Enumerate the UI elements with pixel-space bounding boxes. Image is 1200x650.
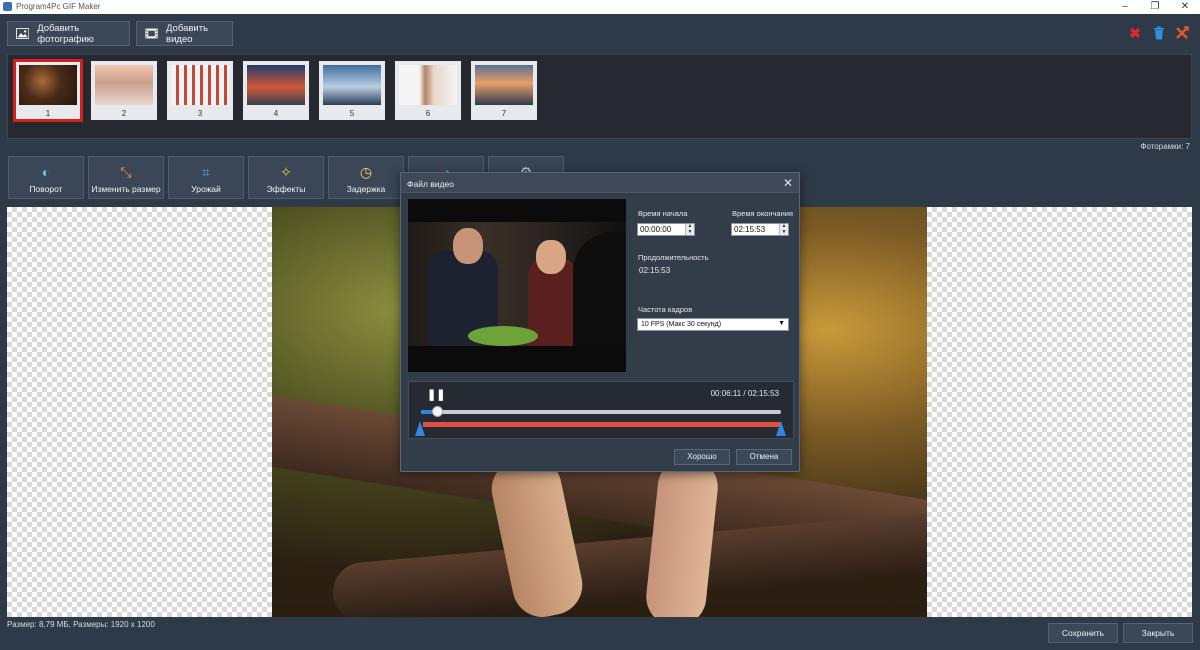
start-time-input[interactable]: 00:00:00 ▲ ▼ <box>637 223 695 236</box>
fps-value: 10 FPS (Макс 30 секунд) <box>641 321 722 328</box>
rotate-icon: ◐ <box>41 164 51 180</box>
frame-number: 7 <box>501 109 507 118</box>
trim-range-bar[interactable] <box>423 422 781 427</box>
save-button[interactable]: Сохранить <box>1048 623 1118 643</box>
resize-label: Изменить размер <box>91 184 161 194</box>
delete-frame-icon[interactable]: ✖ <box>1128 26 1142 40</box>
pause-icon[interactable]: ❚❚ <box>427 388 445 401</box>
dialog-header: Файл видео ✕ <box>401 173 799 193</box>
duration-value: 02:15:53 <box>639 266 671 275</box>
delay-tool-button[interactable]: ◷ Задержка <box>328 156 404 199</box>
trim-end-handle[interactable] <box>776 421 786 436</box>
rotate-tool-button[interactable]: ◐ Поворот <box>8 156 84 199</box>
duration-label: Продолжительность <box>638 253 709 262</box>
resize-icon: ⤡ <box>120 164 132 180</box>
restore-button[interactable]: ❐ <box>1140 0 1170 14</box>
app-icon <box>3 2 12 11</box>
frame-thumbnail[interactable]: 1 <box>13 59 83 122</box>
clear-all-icon[interactable] <box>1175 26 1189 40</box>
seek-handle[interactable] <box>432 406 443 417</box>
frame-thumbnail[interactable]: 6 <box>395 61 461 120</box>
dialog-title: Файл видео <box>407 179 454 189</box>
trash-icon[interactable] <box>1152 26 1166 40</box>
frame-thumbnail[interactable]: 2 <box>91 61 157 120</box>
frame-number: 6 <box>425 109 431 118</box>
trim-start-handle[interactable] <box>415 421 425 436</box>
frame-image <box>399 65 457 105</box>
window-title: Program4Pc GIF Maker <box>16 2 101 11</box>
close-icon[interactable]: ✕ <box>783 176 793 190</box>
fps-label: Частота кадров <box>638 305 693 314</box>
end-time-label: Время окончания <box>732 209 793 218</box>
spinner-arrows-icon[interactable]: ▲ ▼ <box>685 223 694 235</box>
add-video-button[interactable]: Добавить видео <box>136 21 233 46</box>
effects-label: Эффекты <box>266 184 306 194</box>
crop-icon: ⌗ <box>202 164 210 180</box>
frame-thumbnail[interactable]: 7 <box>471 61 537 120</box>
frame-thumbnail[interactable]: 5 <box>319 61 385 120</box>
crop-label: Урожай <box>191 184 221 194</box>
frame-number: 5 <box>349 109 355 118</box>
delay-label: Задержка <box>346 184 386 194</box>
frame-image <box>19 65 77 105</box>
add-photo-label: Добавить фотографию <box>37 22 94 45</box>
add-photo-button[interactable]: Добавить фотографию <box>7 21 130 46</box>
clock-icon: ◷ <box>359 164 373 180</box>
frame-number: 2 <box>121 109 127 118</box>
chevron-down-icon: ▼ <box>778 320 785 327</box>
film-icon <box>145 28 158 39</box>
close-button[interactable]: Закрыть <box>1123 623 1193 643</box>
end-time-input[interactable]: 02:15:53 ▲ ▼ <box>731 223 789 236</box>
add-video-label: Добавить видео <box>166 22 209 45</box>
title-bar: Program4Pc GIF Maker – ❐ ✕ <box>0 0 1200 14</box>
frame-number: 3 <box>197 109 203 118</box>
branch-shape <box>330 509 927 617</box>
ok-button[interactable]: Хорошо <box>674 449 730 465</box>
video-preview <box>408 199 626 372</box>
frame-image <box>171 65 229 105</box>
spinner-arrows-icon[interactable]: ▲ ▼ <box>779 223 788 235</box>
seek-bar[interactable] <box>421 406 781 417</box>
end-time-value: 02:15:53 <box>734 225 766 234</box>
start-time-label: Время начала <box>638 209 688 218</box>
cancel-button[interactable]: Отмена <box>736 449 792 465</box>
frame-image <box>247 65 305 105</box>
effects-tool-button[interactable]: ✧ Эффекты <box>248 156 324 199</box>
video-file-dialog: Файл видео ✕ Время начала 00:00:00 ▲ ▼ Вр… <box>400 172 800 472</box>
frame-image <box>95 65 153 105</box>
frames-count: Фоторамки: 7 <box>1140 142 1190 151</box>
total-time: 02:15:53 <box>747 389 779 398</box>
close-window-button[interactable]: ✕ <box>1170 0 1200 14</box>
video-player-controls: ❚❚ 00:06:11 / 02:15:53 <box>408 381 794 439</box>
frame-image <box>475 65 533 105</box>
image-icon <box>16 28 30 39</box>
resize-tool-button[interactable]: ⤡ Изменить размер <box>88 156 164 199</box>
frame-image <box>323 65 381 105</box>
minimize-button[interactable]: – <box>1110 0 1140 14</box>
current-time: 00:06:11 <box>710 389 742 398</box>
rotate-label: Поворот <box>29 184 63 194</box>
status-bar-text: Размер: 8,79 МБ, Размеры: 1920 x 1200 <box>7 620 155 629</box>
crop-tool-button[interactable]: ⌗ Урожай <box>168 156 244 199</box>
fps-select[interactable]: 10 FPS (Макс 30 секунд) ▼ <box>637 318 789 331</box>
frame-thumbnail[interactable]: 4 <box>243 61 309 120</box>
frames-strip: 1 2 3 4 5 6 7 <box>7 54 1192 139</box>
video-frame <box>408 222 626 346</box>
frame-thumbnail[interactable]: 3 <box>167 61 233 120</box>
frame-number: 1 <box>45 109 51 118</box>
frame-number: 4 <box>273 109 279 118</box>
magic-wand-icon: ✧ <box>280 164 292 180</box>
start-time-value: 00:00:00 <box>640 225 672 234</box>
playback-time: 00:06:11 / 02:15:53 <box>710 389 779 398</box>
